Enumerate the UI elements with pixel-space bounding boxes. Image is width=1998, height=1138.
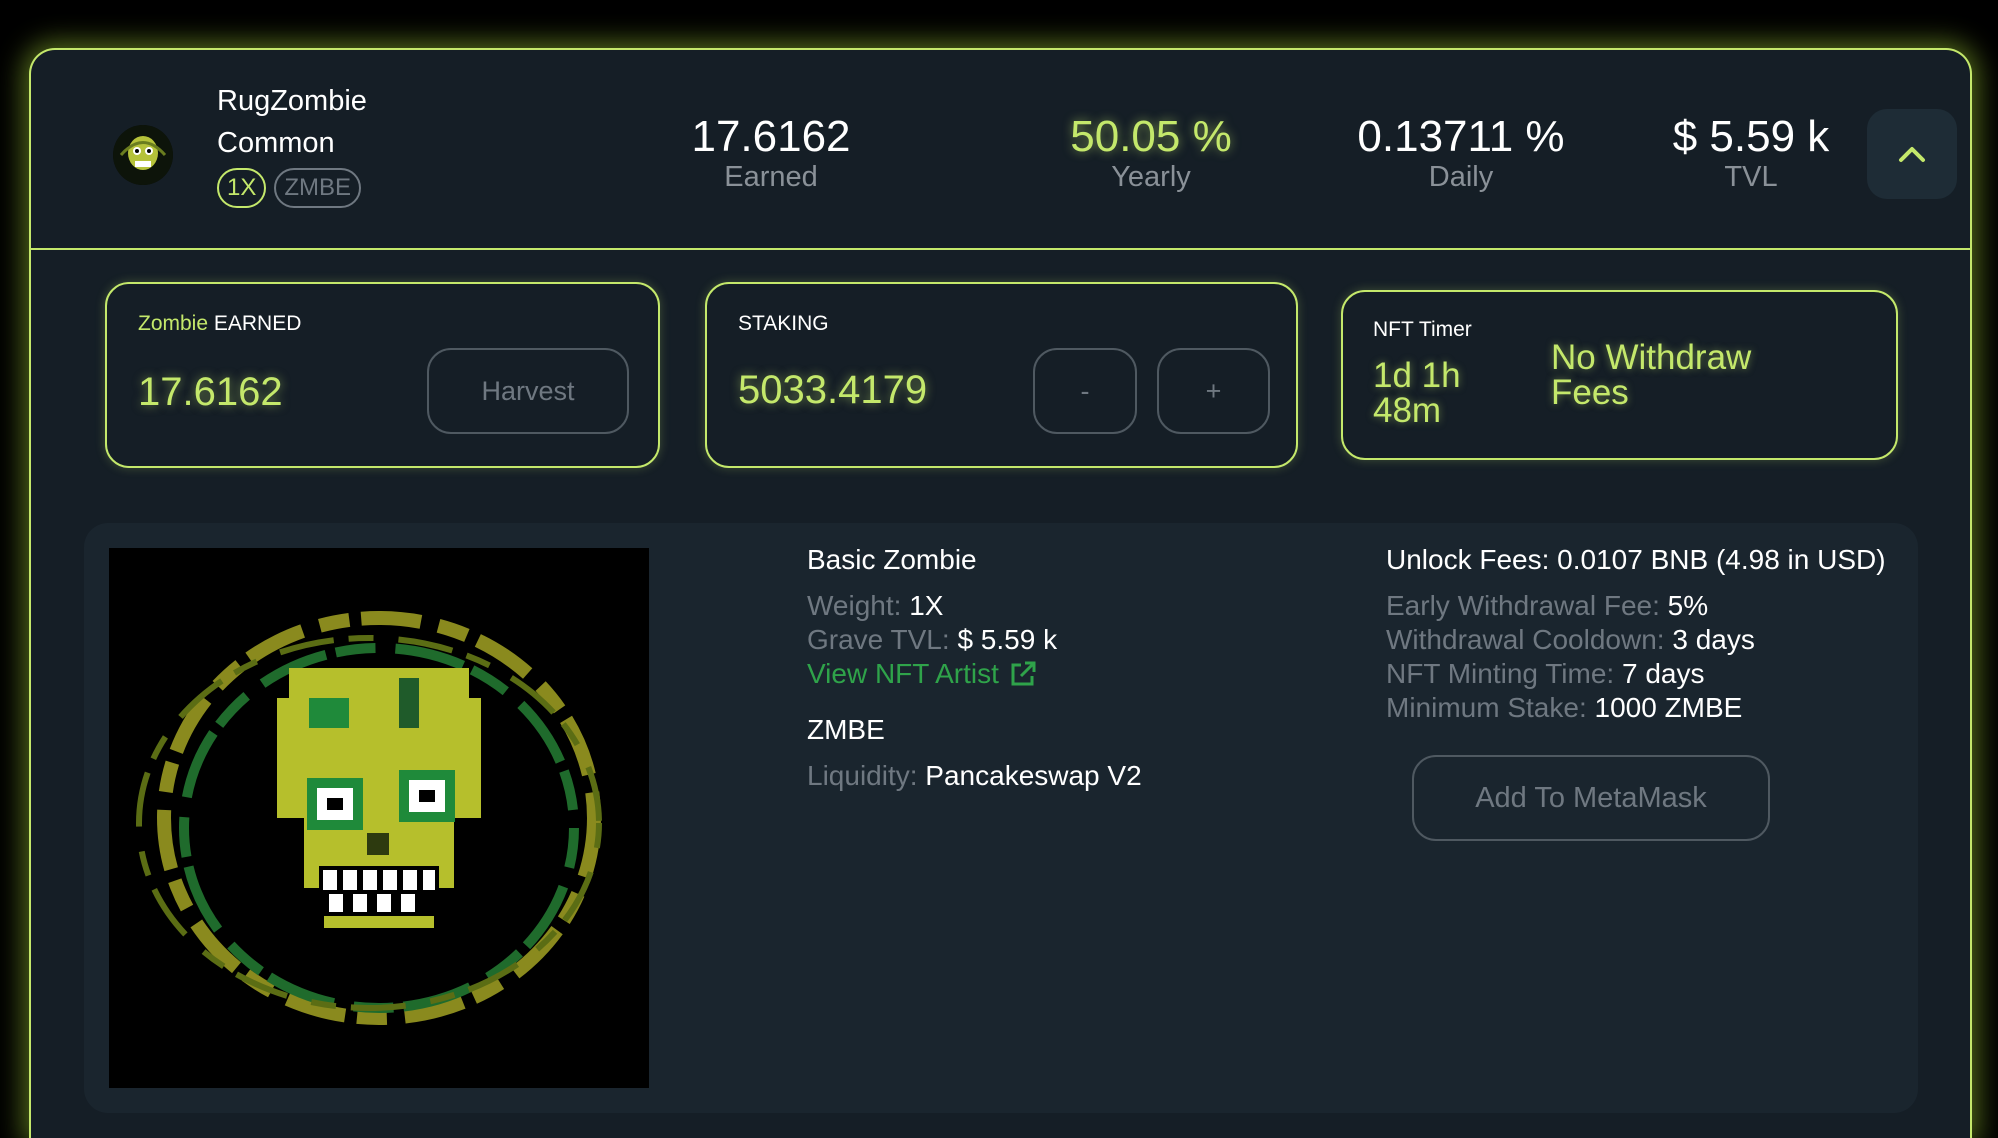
earned-panel: Zombie EARNED 17.6162 Harvest	[105, 282, 660, 468]
withdraw-fees-line1: No Withdraw	[1551, 338, 1752, 377]
stat-earned-value: 17.6162	[691, 112, 851, 161]
minting-row: NFT Minting Time: 7 days	[1386, 657, 1886, 691]
min-stake-row: Minimum Stake: 1000 ZMBE	[1386, 691, 1886, 725]
chevron-up-icon	[1899, 147, 1925, 162]
external-link-icon[interactable]	[1009, 660, 1037, 688]
grave-tvl-value: $ 5.59 k	[957, 624, 1058, 655]
min-stake-value: 1000 ZMBE	[1594, 692, 1743, 723]
weight-row: Weight: 1X	[807, 589, 1142, 623]
header-divider	[31, 248, 1970, 250]
token-badge: ZMBE	[274, 168, 362, 208]
liquidity-row: Liquidity: Pancakeswap V2	[807, 759, 1142, 793]
grave-tvl-label: Grave TVL:	[807, 624, 950, 655]
stat-yearly-label: Yearly	[1111, 161, 1191, 193]
staking-label: STAKING	[738, 312, 829, 335]
early-fee-value: 5%	[1667, 590, 1709, 621]
grave-details: Basic Zombie Weight: 1X Grave TVL: $ 5.5…	[84, 523, 1918, 1113]
minting-label: NFT Minting Time:	[1386, 658, 1615, 689]
stat-daily-label: Daily	[1428, 161, 1494, 193]
grave-rarity: Common	[217, 127, 335, 159]
grave-title-block: RugZombie Common 1X ZMBE	[217, 80, 367, 208]
nft-timer-value-line2: 48m	[1373, 391, 1442, 430]
token-name: ZMBE	[807, 714, 885, 745]
nft-info-column: Basic Zombie Weight: 1X Grave TVL: $ 5.5…	[807, 543, 1142, 793]
view-nft-artist-link[interactable]: View NFT Artist	[807, 657, 1142, 691]
nft-name: Basic Zombie	[807, 544, 977, 575]
earned-label-rest: EARNED	[213, 312, 302, 335]
unlock-fees: Unlock Fees: 0.0107 BNB (4.98 in USD)	[1386, 544, 1886, 575]
nft-timer-label: NFT Timer	[1373, 318, 1472, 341]
cooldown-value: 3 days	[1672, 624, 1755, 655]
fees-info-column: Unlock Fees: 0.0107 BNB (4.98 in USD) Ea…	[1386, 543, 1886, 725]
collapse-button[interactable]	[1867, 109, 1957, 199]
stat-tvl-value: $ 5.59 k	[1672, 112, 1830, 161]
weight-label: Weight:	[807, 590, 902, 621]
nft-timer-panel: NFT Timer 1d 1h 48m No Withdraw Fees	[1341, 290, 1898, 460]
grave-tvl-row: Grave TVL: $ 5.59 k	[807, 623, 1142, 657]
min-stake-label: Minimum Stake:	[1386, 692, 1587, 723]
grave-card: RugZombie Common 1X ZMBE 17.6162 Earned …	[29, 48, 1972, 1138]
stat-daily-value: 0.13711 %	[1357, 112, 1565, 161]
grave-title: RugZombie	[217, 85, 367, 117]
earned-value: 17.6162	[138, 370, 283, 414]
staking-panel: STAKING 5033.4179 - +	[705, 282, 1298, 468]
staking-value: 5033.4179	[738, 368, 928, 412]
stat-daily: 0.13711 % Daily	[1311, 112, 1611, 192]
earned-panel-label: Zombie EARNED	[138, 312, 301, 336]
stat-earned: 17.6162 Earned	[631, 112, 911, 192]
add-to-metamask-button[interactable]: Add To MetaMask	[1412, 755, 1770, 841]
cooldown-row: Withdrawal Cooldown: 3 days	[1386, 623, 1886, 657]
liquidity-value: Pancakeswap V2	[925, 760, 1142, 791]
nft-image	[109, 548, 649, 1088]
early-fee-label: Early Withdrawal Fee:	[1386, 590, 1660, 621]
nft-timer-value-line1: 1d 1h	[1373, 356, 1461, 395]
cooldown-label: Withdrawal Cooldown:	[1386, 624, 1665, 655]
weight-value: 1X	[909, 590, 944, 621]
earned-label-accent: Zombie	[138, 312, 209, 335]
stat-yearly-value: 50.05 %	[1070, 112, 1232, 161]
harvest-button[interactable]: Harvest	[427, 348, 629, 434]
withdraw-fees-line2: Fees	[1551, 373, 1629, 412]
unstake-button[interactable]: -	[1033, 348, 1137, 434]
stat-earned-label: Earned	[724, 161, 818, 193]
zombie-avatar	[113, 125, 173, 185]
artist-link-text[interactable]: View NFT Artist	[807, 657, 999, 691]
stake-button[interactable]: +	[1157, 348, 1270, 434]
stat-yearly: 50.05 % Yearly	[1011, 112, 1291, 192]
liquidity-label: Liquidity:	[807, 760, 918, 791]
stat-tvl: $ 5.59 k TVL	[1631, 112, 1871, 192]
minting-value: 7 days	[1621, 658, 1705, 689]
multiplier-badge: 1X	[217, 168, 267, 208]
stat-tvl-label: TVL	[1724, 161, 1778, 193]
early-fee-row: Early Withdrawal Fee: 5%	[1386, 589, 1886, 623]
